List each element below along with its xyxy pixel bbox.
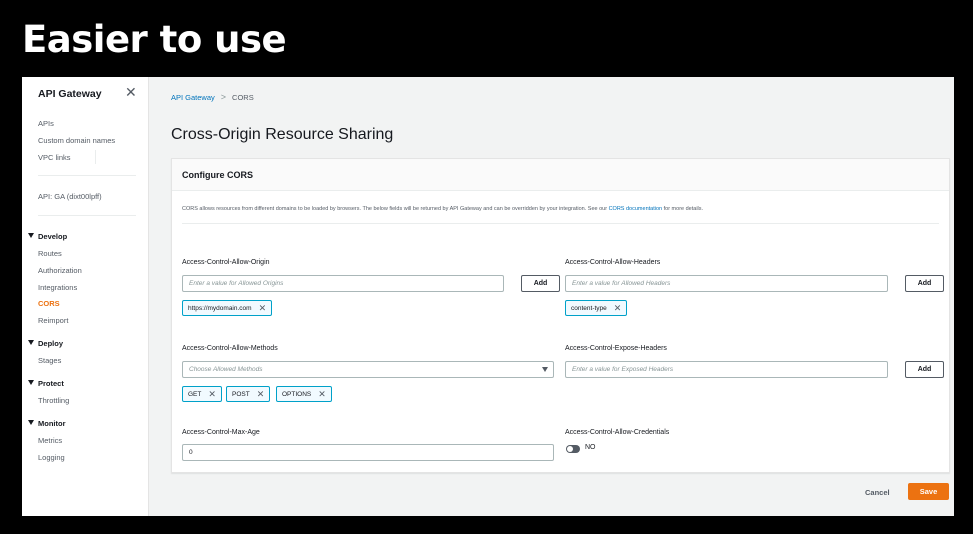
remove-token-icon[interactable]: ✕ <box>208 389 216 399</box>
sidebar-item-integrations[interactable]: Integrations <box>38 283 77 292</box>
sidebar: API Gateway ✕ APIs Custom domain names V… <box>22 77 149 516</box>
allow-origin-label: Access-Control-Allow-Origin <box>182 259 270 266</box>
slide-title: Easier to use <box>22 18 287 61</box>
expose-headers-input[interactable]: Enter a value for Exposed Headers <box>565 361 888 378</box>
sidebar-item-stages[interactable]: Stages <box>38 356 61 365</box>
sidebar-section-monitor[interactable]: Monitor <box>28 419 66 428</box>
breadcrumb: API Gateway > CORS <box>171 92 254 102</box>
remove-token-icon[interactable]: ✕ <box>318 389 326 399</box>
allow-credentials-toggle[interactable] <box>566 445 580 453</box>
sidebar-divider <box>95 150 96 164</box>
close-icon[interactable]: ✕ <box>125 84 137 101</box>
cancel-button[interactable]: Cancel <box>865 488 890 497</box>
console-screen: API Gateway ✕ APIs Custom domain names V… <box>22 77 954 516</box>
sidebar-item-metrics[interactable]: Metrics <box>38 436 62 445</box>
sidebar-divider <box>38 175 136 176</box>
breadcrumb-current: CORS <box>232 93 254 102</box>
sidebar-item-cors[interactable]: CORS <box>38 299 60 308</box>
panel-title: Configure CORS <box>182 170 253 180</box>
max-age-input[interactable]: 0 <box>182 444 554 461</box>
sidebar-divider <box>38 215 136 216</box>
sidebar-item-authorization[interactable]: Authorization <box>38 266 82 275</box>
method-token-get: GET ✕ <box>182 386 222 402</box>
caret-down-icon <box>28 420 34 425</box>
origin-token: https://mydomain.com ✕ <box>182 300 273 316</box>
cors-documentation-link[interactable]: CORS documentation <box>609 206 663 212</box>
sidebar-item-throttling[interactable]: Throttling <box>38 396 69 405</box>
method-token-options: OPTIONS ✕ <box>276 386 332 402</box>
sidebar-section-develop[interactable]: Develop <box>28 232 67 241</box>
caret-down-icon <box>28 233 34 238</box>
breadcrumb-api-gateway[interactable]: API Gateway <box>171 93 215 102</box>
sidebar-item-logging[interactable]: Logging <box>38 453 65 462</box>
allow-methods-select[interactable]: Choose Allowed Methods <box>182 361 554 378</box>
sidebar-section-deploy[interactable]: Deploy <box>28 339 63 348</box>
chevron-right-icon: > <box>220 92 227 102</box>
sidebar-item-vpc-links[interactable]: VPC links <box>38 153 71 162</box>
cors-description: CORS allows resources from different dom… <box>182 206 704 212</box>
page-title: Cross-Origin Resource Sharing <box>171 126 394 143</box>
sidebar-item-custom-domain-names[interactable]: Custom domain names <box>38 136 115 145</box>
remove-token-icon[interactable]: ✕ <box>259 303 267 313</box>
caret-down-icon <box>28 340 34 345</box>
expose-headers-label: Access-Control-Expose-Headers <box>565 345 667 352</box>
sidebar-title: API Gateway <box>38 88 102 100</box>
sidebar-section-protect[interactable]: Protect <box>28 379 64 388</box>
allow-headers-label: Access-Control-Allow-Headers <box>565 259 661 266</box>
allow-credentials-state: NO <box>585 444 596 451</box>
sidebar-item-apis[interactable]: APIs <box>38 119 54 128</box>
add-expose-headers-button[interactable]: Add <box>905 361 944 378</box>
sidebar-api-label: API: GA (dixt00lpff) <box>38 192 102 201</box>
allow-headers-input[interactable]: Enter a value for Allowed Headers <box>565 275 888 292</box>
allow-methods-label: Access-Control-Allow-Methods <box>182 345 278 352</box>
sidebar-item-routes[interactable]: Routes <box>38 249 62 258</box>
configure-cors-panel: Configure CORS CORS allows resources fro… <box>171 158 950 473</box>
allow-credentials-label: Access-Control-Allow-Credentials <box>565 429 670 436</box>
divider <box>182 223 939 224</box>
caret-down-icon <box>28 380 34 385</box>
add-headers-button[interactable]: Add <box>905 275 944 292</box>
add-origin-button[interactable]: Add <box>521 275 560 292</box>
method-token-post: POST ✕ <box>226 386 271 402</box>
remove-token-icon[interactable]: ✕ <box>614 303 622 313</box>
remove-token-icon[interactable]: ✕ <box>257 389 265 399</box>
sidebar-item-reimport[interactable]: Reimport <box>38 316 68 325</box>
max-age-label: Access-Control-Max-Age <box>182 429 260 436</box>
allow-origin-input[interactable]: Enter a value for Allowed Origins <box>182 275 504 292</box>
save-button[interactable]: Save <box>908 483 949 500</box>
caret-down-icon <box>542 367 548 372</box>
headers-token: content-type ✕ <box>565 300 628 316</box>
panel-header: Configure CORS <box>172 159 949 191</box>
